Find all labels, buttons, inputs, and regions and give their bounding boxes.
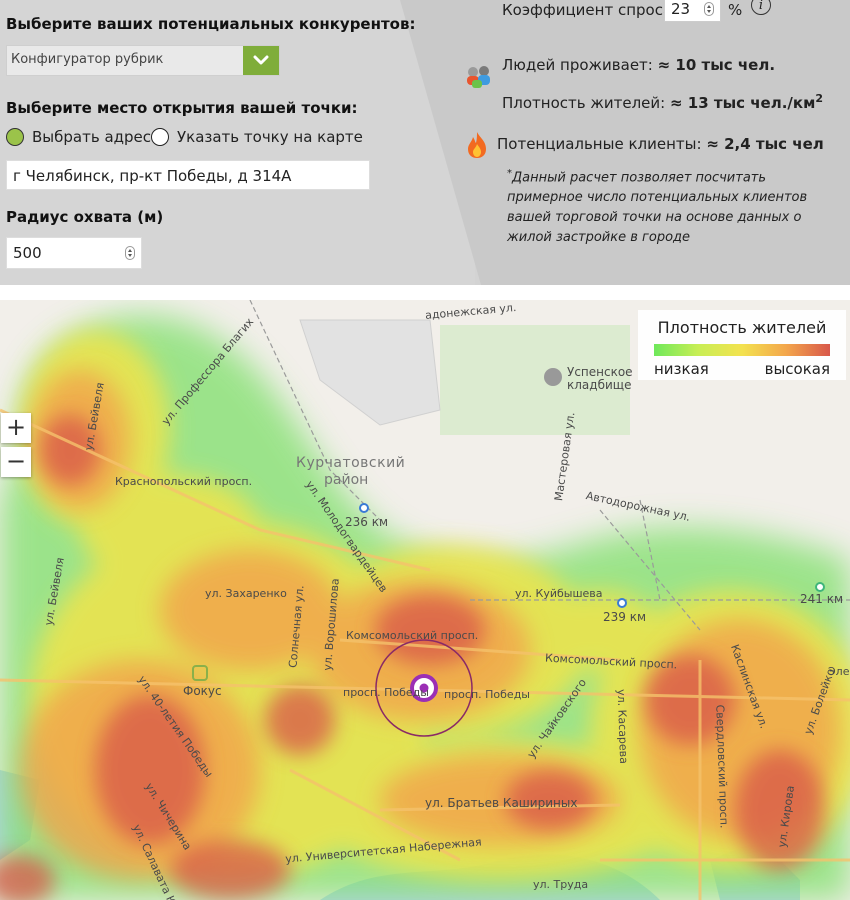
metro-station-icon xyxy=(617,598,627,608)
radio-select-address-label: Выбрать адрес xyxy=(32,128,152,146)
density-sup: 2 xyxy=(815,92,823,105)
heatmap-map[interactable]: Курчатовский район Успенское кладбище 23… xyxy=(0,300,850,900)
street-label: просп. Победы xyxy=(444,688,530,701)
radio-map-point-dot[interactable] xyxy=(151,128,169,146)
radius-label: Радиус охвата (м) xyxy=(6,208,164,226)
radio-select-address-dot[interactable] xyxy=(6,128,24,146)
radio-map-point[interactable]: Указать точку на карте xyxy=(151,128,363,146)
legend-high-label: высокая xyxy=(764,360,830,378)
density-label: Плотность жителей: xyxy=(502,94,666,112)
demand-unit: % xyxy=(728,1,743,19)
district-label-2: район xyxy=(324,472,369,488)
legend-gradient xyxy=(654,344,830,356)
station-236-label: 236 км xyxy=(345,515,389,529)
residents-value: ≈ 10 тыс чел. xyxy=(657,56,776,74)
focus-label: Фокус xyxy=(183,684,222,698)
district-label: Курчатовский xyxy=(296,455,406,471)
note: *Данный расчет позволяет посчитать приме… xyxy=(507,164,827,248)
radius-input[interactable]: 500 xyxy=(6,237,142,269)
clients-value: ≈ 2,4 тыс чел xyxy=(706,135,824,153)
cemetery-label: Успенское xyxy=(567,365,633,379)
rubric-select[interactable]: Конфигуратор рубрик xyxy=(6,45,280,76)
calculator-panel: Выберите ваших потенциальных конкурентов… xyxy=(0,0,850,285)
radio-map-point-label: Указать точку на карте xyxy=(177,128,363,146)
residents-row: Людей проживает: ≈ 10 тыс чел. xyxy=(502,56,775,74)
density-legend: Плотность жителей низкая высокая xyxy=(638,310,846,380)
street-label: Комсомольский просп. xyxy=(346,629,479,642)
place-label: Выберите место открытия вашей точки: xyxy=(6,99,358,117)
competitors-label: Выберите ваших потенциальных конкурентов… xyxy=(6,15,416,33)
metro-station-icon xyxy=(359,503,369,513)
legend-title: Плотность жителей xyxy=(657,318,827,337)
street-label: ул. Труда xyxy=(533,878,589,891)
station-241-label: 241 км xyxy=(800,592,844,606)
cemetery-icon xyxy=(544,368,562,386)
demand-input[interactable]: 23 xyxy=(664,0,721,22)
address-input[interactable]: г Челябинск, пр-кт Победы, д 314А xyxy=(6,160,370,190)
zoom-in-button[interactable]: + xyxy=(1,413,31,443)
station-239-label: 239 км xyxy=(603,610,647,624)
legend-low-label: низкая xyxy=(654,360,709,378)
rubric-select-button[interactable] xyxy=(243,46,279,75)
note-text: Данный расчет позволяет посчитать пример… xyxy=(507,170,808,246)
street-label: ул. Куйбышева xyxy=(515,587,603,600)
residents-label: Людей проживает: xyxy=(502,56,653,74)
demand-value: 23 xyxy=(671,0,691,18)
street-label: Эле xyxy=(828,665,850,678)
demand-label: Коэффициент спроса: xyxy=(502,1,678,19)
demand-stepper[interactable] xyxy=(704,2,714,16)
people-icon xyxy=(467,66,490,88)
chevron-down-icon xyxy=(253,55,269,65)
street-label: Краснопольский просп. xyxy=(115,475,253,488)
density-value: ≈ 13 тыс чел./км xyxy=(670,94,816,112)
street-label: ул. Захаренко xyxy=(205,587,287,600)
metro-station-icon xyxy=(815,582,825,592)
zoom-out-button[interactable]: − xyxy=(1,447,31,477)
radius-value: 500 xyxy=(13,244,42,262)
rubric-select-value: Конфигуратор рубрик xyxy=(11,52,164,67)
fire-icon xyxy=(468,132,486,158)
radio-select-address[interactable]: Выбрать адрес xyxy=(6,128,151,146)
street-label: просп. Победы xyxy=(343,686,429,699)
street-label: ул. Братьев Кашириных xyxy=(425,796,578,810)
clients-label: Потенциальные клиенты: xyxy=(497,135,702,153)
cemetery-label-2: кладбище xyxy=(567,378,632,392)
radius-stepper[interactable] xyxy=(125,246,135,260)
density-row: Плотность жителей: ≈ 13 тыс чел./км2 xyxy=(502,92,823,112)
clients-row: Потенциальные клиенты: ≈ 2,4 тыс чел xyxy=(497,135,824,153)
street-label: ул. Касарева xyxy=(614,688,631,765)
